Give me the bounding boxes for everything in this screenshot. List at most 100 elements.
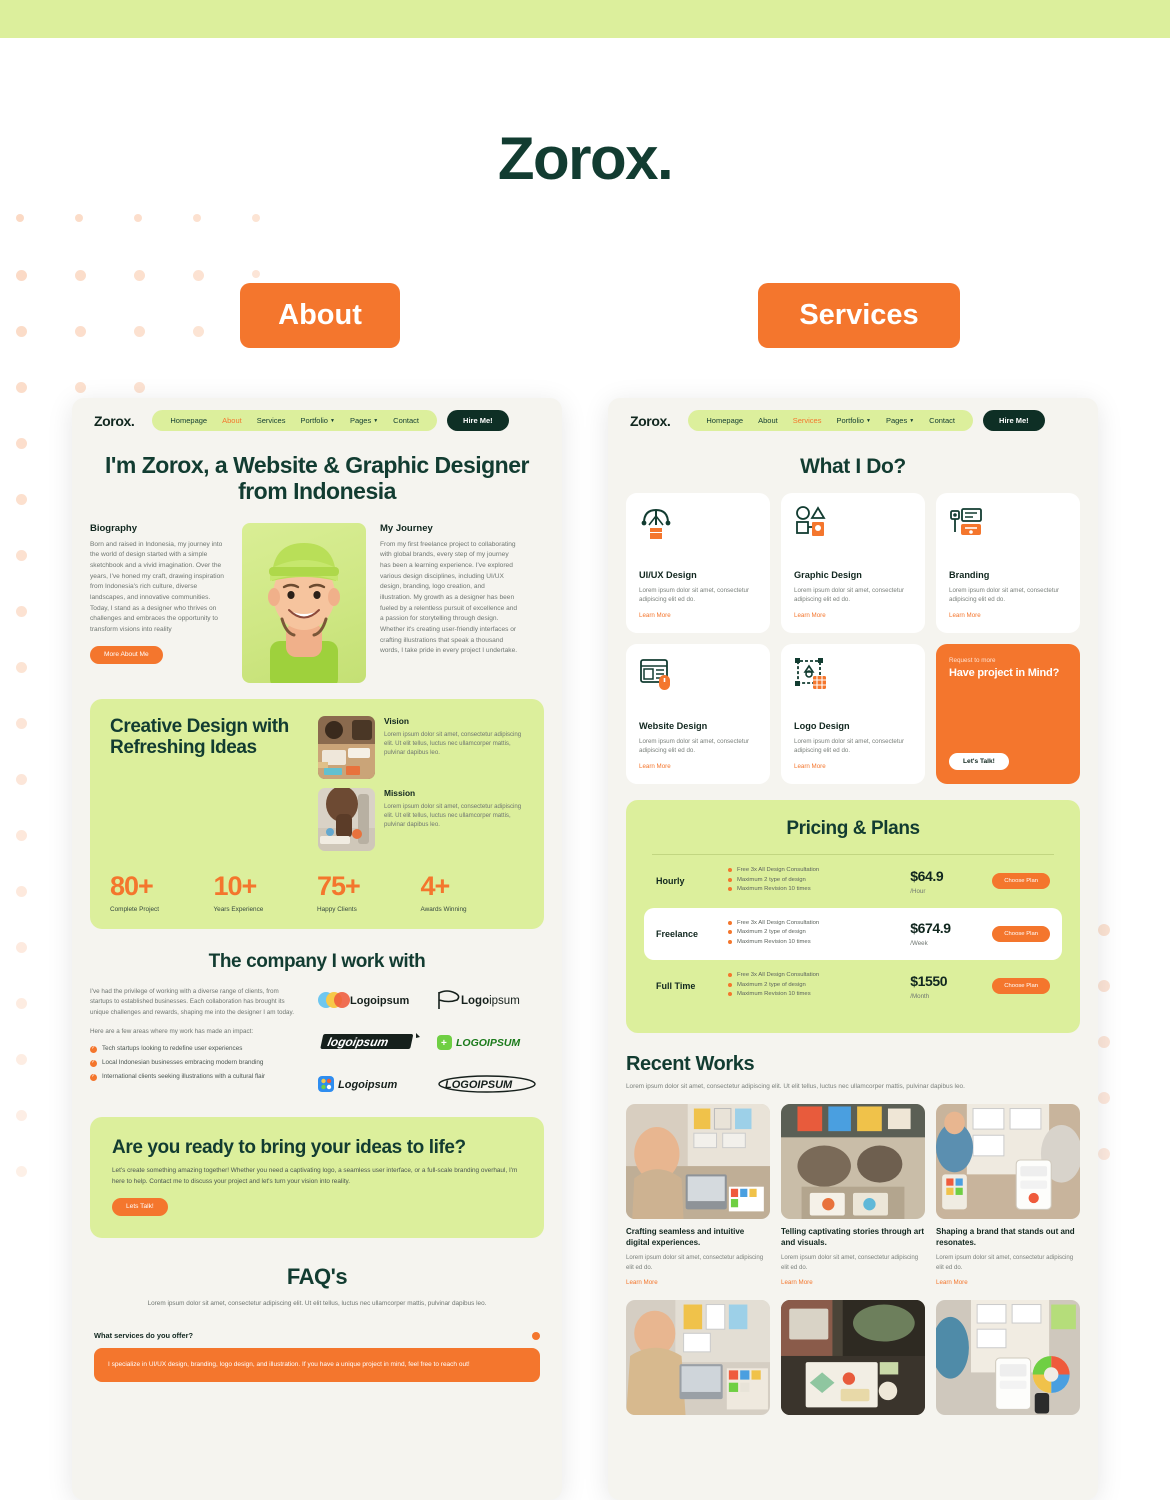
learn-more-link[interactable]: Learn More: [639, 612, 757, 619]
learn-more-link[interactable]: Learn More: [639, 763, 757, 770]
stat-label: Complete Project: [110, 905, 160, 913]
decorative-dot: [16, 438, 27, 449]
decorative-dot: [252, 214, 260, 222]
work-text: Lorem ipsum dolor sit amet, consectetur …: [936, 1254, 1074, 1271]
decorative-dot: [16, 606, 27, 617]
faq-answer: I specialize in UI/UX design, branding, …: [94, 1348, 540, 1382]
company-bullet: Tech startups looking to redefine user e…: [90, 1045, 297, 1054]
plan-feature: Maximum Revision 10 times: [728, 991, 910, 997]
learn-more-link[interactable]: Learn More: [794, 612, 912, 619]
work-title: Shaping a brand that stands out and reso…: [936, 1227, 1075, 1247]
stat-number: 4+: [420, 870, 451, 901]
decorative-dot: [193, 270, 204, 281]
service-card-logo[interactable]: Logo Design Lorem ipsum dolor sit amet, …: [781, 644, 925, 784]
choose-plan-button[interactable]: Choose Plan: [992, 925, 1050, 942]
layout-mouse-icon: [639, 657, 757, 705]
work-item-1[interactable]: Crafting seamless and intuitive digital …: [626, 1104, 770, 1286]
service-card-website[interactable]: Website Design Lorem ipsum dolor sit ame…: [626, 644, 770, 784]
nav-link-pages[interactable]: Pages ▼: [350, 416, 378, 425]
vision-item: Vision Lorem ipsum dolor sit amet, conse…: [318, 715, 524, 779]
service-text: Lorem ipsum dolor sit amet, consectetur …: [949, 586, 1060, 604]
decorative-dot: [16, 718, 27, 729]
lets-talk-button[interactable]: Let's Talk!: [949, 753, 1009, 770]
nav-link-homepage[interactable]: Homepage: [706, 416, 743, 425]
pricing-row-freelance: Freelance Free 3x All Design Consultatio…: [644, 907, 1062, 960]
choose-plan-button[interactable]: Choose Plan: [992, 978, 1050, 995]
plan-price: $1550: [910, 972, 948, 989]
about-hero-title: I'm Zorox, a Website & Graphic Designer …: [105, 452, 529, 504]
company-bullet: Local Indonesian businesses embracing mo…: [90, 1059, 297, 1068]
plan-feature: Free 3x All Design Consultation: [728, 867, 910, 873]
bullet-icon: [728, 920, 732, 925]
decorative-dot: [16, 1054, 27, 1065]
choose-plan-button[interactable]: Choose Plan: [992, 873, 1050, 890]
plan-feature: Maximum Revision 10 times: [728, 886, 910, 892]
hire-me-button[interactable]: Hire Me!: [447, 410, 509, 431]
learn-more-link[interactable]: Learn More: [781, 1279, 925, 1286]
decorative-dot: [16, 214, 24, 222]
learn-more-link[interactable]: Learn More: [936, 1279, 1080, 1286]
work-image-5[interactable]: [781, 1300, 925, 1416]
brand-board-icon: [949, 506, 1067, 554]
hire-me-button[interactable]: Hire Me!: [983, 410, 1045, 431]
biography-column: Biography Born and raised in Indonesia, …: [90, 523, 228, 683]
faq-title: FAQ's: [286, 1263, 348, 1289]
nav-link-contact[interactable]: Contact: [393, 416, 419, 425]
nav-link-services[interactable]: Services: [257, 416, 286, 425]
decorative-dot: [75, 382, 86, 393]
pricing-row-hourly: Hourly Free 3x All Design Consultation M…: [644, 855, 1062, 908]
learn-more-link[interactable]: Learn More: [949, 612, 1067, 619]
project-card-title: Have project in Mind?: [949, 667, 1060, 679]
decorative-dot: [16, 270, 27, 281]
work-item-3[interactable]: Shaping a brand that stands out and reso…: [936, 1104, 1080, 1286]
nav-links-pill: Homepage About Services Portfolio ▼ Pages…: [688, 410, 974, 431]
mission-heading: Mission: [384, 787, 416, 798]
work-image-4[interactable]: [626, 1300, 770, 1416]
svg-text:LOGOIPSUM: LOGOIPSUM: [456, 1037, 520, 1049]
learn-more-link[interactable]: Learn More: [794, 763, 912, 770]
plan-feature: Maximum 2 type of design: [728, 982, 910, 988]
stat-complete-project: 80+ Complete Project: [110, 872, 214, 913]
nav-link-contact[interactable]: Contact: [929, 416, 955, 425]
nav-link-about[interactable]: About: [222, 416, 242, 425]
svg-text:+: +: [441, 1038, 447, 1049]
check-icon: [90, 1073, 97, 1081]
client-logo-3: logoipsum: [315, 1029, 426, 1055]
client-logo-grid: Logoipsum Logoipsum logoipsum + LOGOIPSUM…: [315, 987, 544, 1097]
work-title: Telling captivating stories through art …: [781, 1227, 924, 1247]
faq-question-row[interactable]: What services do you offer?: [94, 1331, 540, 1340]
services-button[interactable]: Services: [758, 283, 960, 348]
about-button[interactable]: About: [240, 283, 400, 348]
service-card-branding[interactable]: Branding Lorem ipsum dolor sit amet, con…: [936, 493, 1080, 633]
stat-number: 75+: [317, 870, 361, 901]
cta-text: Let's create something amazing together!…: [112, 1167, 518, 1186]
nav-link-pages[interactable]: Pages ▼: [886, 416, 914, 425]
bullet-icon: [728, 877, 732, 882]
decorative-dot: [134, 270, 145, 281]
plan-price: $64.9: [910, 867, 944, 884]
learn-more-link[interactable]: Learn More: [626, 1279, 770, 1286]
work-item-2[interactable]: Telling captivating stories through art …: [781, 1104, 925, 1286]
nav-logo[interactable]: Zorox.: [94, 413, 135, 429]
client-logo-6: LOGOIPSUM: [434, 1071, 545, 1097]
nav-link-homepage[interactable]: Homepage: [170, 416, 207, 425]
more-about-me-button[interactable]: More About Me: [90, 645, 163, 664]
faq-toggle-icon[interactable]: [532, 1331, 540, 1340]
nav-link-portfolio[interactable]: Portfolio ▼: [836, 416, 870, 425]
decorative-dot: [1098, 1092, 1110, 1104]
nav-link-portfolio[interactable]: Portfolio ▼: [300, 416, 334, 425]
pricing-row-fulltime: Full Time Free 3x All Design Consultatio…: [644, 960, 1062, 1013]
creative-panel-title: Creative Design with Refreshing Ideas: [110, 715, 289, 759]
svg-text:LOGOIPSUM: LOGOIPSUM: [445, 1079, 513, 1091]
nav-link-services[interactable]: Services: [793, 416, 822, 425]
work-image-6[interactable]: [936, 1300, 1080, 1416]
lets-talk-button[interactable]: Lets Talk!: [112, 1197, 168, 1216]
service-card-graphic[interactable]: Graphic Design Lorem ipsum dolor sit ame…: [781, 493, 925, 633]
shapes-icon: [794, 506, 912, 554]
recent-works-title: Recent Works: [626, 1052, 755, 1075]
service-card-uiux[interactable]: UI/UX Design Lorem ipsum dolor sit amet,…: [626, 493, 770, 633]
nav-link-about[interactable]: About: [758, 416, 778, 425]
nav-logo[interactable]: Zorox.: [630, 413, 671, 429]
decorative-dot: [16, 494, 27, 505]
plan-period: /Week: [910, 940, 928, 948]
